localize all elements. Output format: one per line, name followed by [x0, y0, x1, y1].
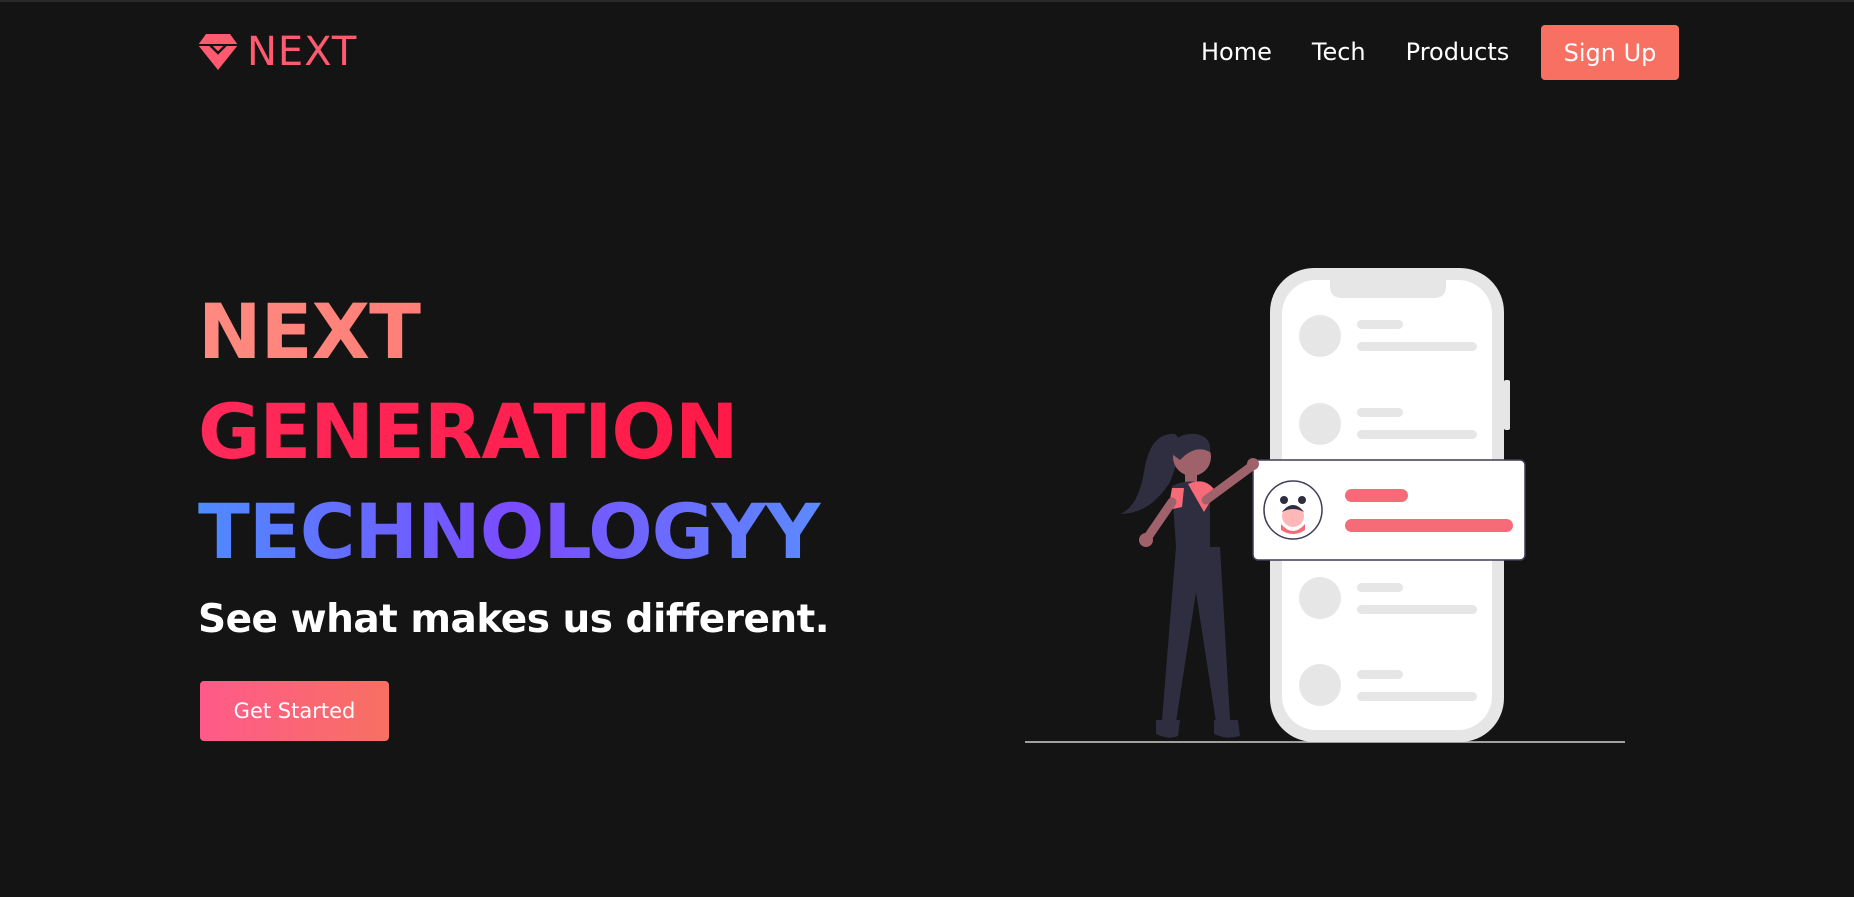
nav-links: Home Tech Products: [1201, 34, 1549, 70]
nav-link-products[interactable]: Products: [1406, 34, 1510, 70]
nav-link-tech[interactable]: Tech: [1312, 34, 1366, 70]
get-started-button[interactable]: Get Started: [200, 681, 389, 741]
sign-up-button[interactable]: Sign Up: [1541, 25, 1679, 80]
hero-section: NEXT GENERATION TECHNOLOGYY See what mak…: [198, 282, 830, 644]
headline-line-3: TECHNOLOGYY: [198, 482, 829, 582]
logo[interactable]: NEXT: [198, 30, 357, 74]
headline-line-2: GENERATION: [198, 382, 829, 482]
hero-subtitle: See what makes us different.: [198, 597, 830, 642]
headline-line-1: NEXT: [198, 282, 829, 382]
navbar: NEXT Home Tech Products Sign Up: [0, 0, 1854, 104]
brand-name: NEXT: [247, 29, 358, 75]
diamond-icon: [198, 34, 238, 70]
nav-link-home[interactable]: Home: [1201, 34, 1272, 70]
person-with-phone-illustration: [1025, 268, 1625, 743]
